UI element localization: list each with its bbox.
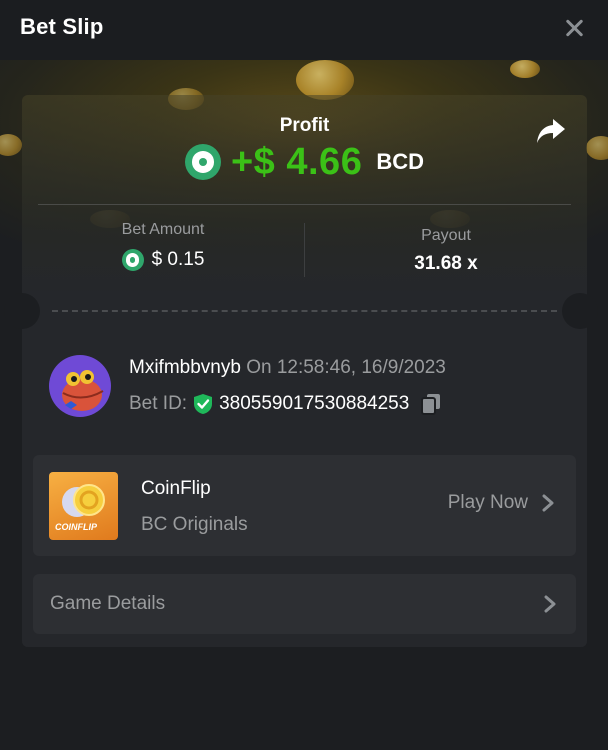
close-icon[interactable] — [562, 16, 586, 40]
game-name: CoinFlip — [141, 478, 211, 499]
game-provider: BC Originals — [141, 514, 248, 535]
bet-amount-label: Bet Amount — [121, 221, 205, 238]
chevron-right-icon — [544, 595, 556, 613]
profit-label: Profit — [279, 115, 330, 136]
divider — [38, 204, 571, 205]
user-row: Mxifmbbvnyb On 12:58:46, 16/9/2023 Bet I… — [49, 355, 569, 419]
payout-label: Payout — [421, 227, 471, 244]
ticket-notch — [562, 293, 598, 329]
bet-id-label: Bet ID: — [129, 393, 188, 414]
game-details-button[interactable]: Game Details — [33, 574, 576, 634]
bet-id-value: 380559017530884253 — [219, 393, 410, 414]
dashed-divider — [52, 310, 557, 312]
bc-coin-icon — [121, 249, 144, 271]
bet-id-row: Bet ID: 380559017530884253 — [129, 393, 441, 415]
ticket-notch — [4, 293, 40, 329]
bet-amount-section: Bet Amount $ 0.15 — [22, 213, 304, 271]
share-icon[interactable] — [535, 117, 567, 145]
profit-amount: +$ 4.66 — [230, 140, 363, 183]
bc-coin-icon — [184, 144, 221, 180]
shield-check-icon — [194, 394, 213, 414]
copy-icon[interactable] — [421, 393, 441, 415]
bet-timestamp: On 12:58:46, 16/9/2023 — [246, 357, 446, 378]
payout-section: Payout 31.68 x — [305, 213, 587, 275]
game-thumb-label: COINFLIP — [55, 522, 97, 532]
profit-row: +$ 4.66 BCD — [22, 139, 587, 185]
page-title: Bet Slip — [20, 14, 104, 39]
game-thumbnail[interactable]: COINFLIP — [49, 472, 118, 540]
play-now-button[interactable]: Play Now — [448, 492, 554, 514]
username[interactable]: Mxifmbbvnyb — [129, 357, 241, 378]
payout-value: 31.68 x — [414, 253, 478, 274]
play-now-label: Play Now — [447, 492, 528, 513]
chevron-right-icon — [542, 494, 554, 512]
bet-slip-header: Bet Slip — [0, 0, 608, 60]
profit-currency: BCD — [376, 149, 424, 174]
game-card[interactable]: COINFLIP CoinFlip BC Originals Play Now — [33, 455, 576, 556]
bet-amount-value: $ 0.15 — [151, 249, 205, 270]
game-details-label: Game Details — [50, 593, 166, 614]
avatar[interactable] — [49, 355, 111, 417]
